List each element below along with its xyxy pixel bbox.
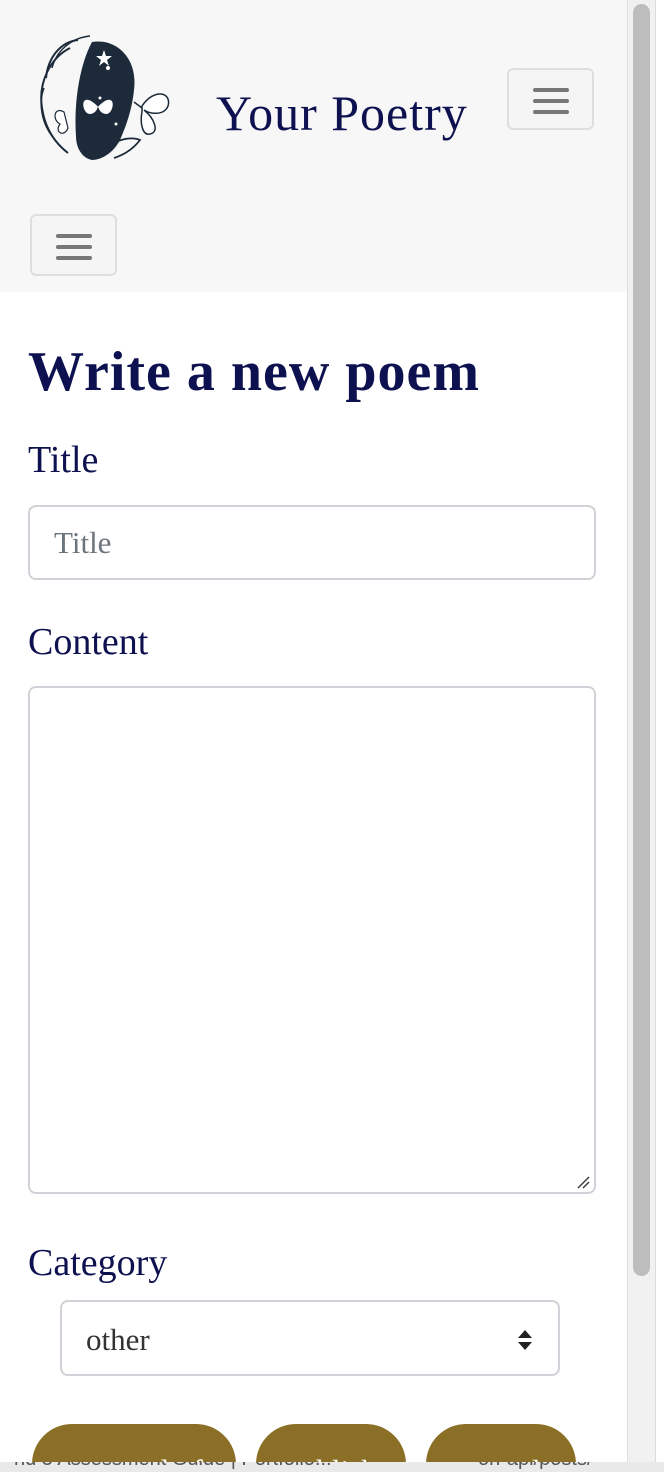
status-right-text: on-api/posts/ <box>478 1462 593 1471</box>
navbar-toggler-button[interactable] <box>507 68 594 130</box>
secondary-navbar-toggler-button[interactable] <box>30 214 117 276</box>
category-select[interactable]: other <box>60 1300 560 1376</box>
resize-handle-icon[interactable] <box>576 1175 590 1189</box>
page-title: Write a new poem <box>28 341 480 403</box>
hamburger-menu-icon <box>56 234 92 260</box>
category-label: Category <box>28 1242 168 1284</box>
hamburger-menu-icon <box>533 88 569 114</box>
navbar: Your Poetry <box>0 0 627 292</box>
title-label: Title <box>28 439 99 481</box>
brand-title[interactable]: Your Poetry <box>216 84 468 142</box>
content-textarea[interactable] <box>28 686 596 1194</box>
scrollbar-thumb[interactable] <box>633 4 650 1276</box>
status-left-text: nd 5 Assessment Guide | Portfolio... <box>14 1462 332 1471</box>
content-label: Content <box>28 621 149 663</box>
woman-butterfly-logo-icon[interactable] <box>30 28 175 166</box>
title-input[interactable] <box>28 505 596 580</box>
browser-status-bar: nd 5 Assessment Guide | Portfolio... on-… <box>0 1462 664 1472</box>
category-selected-value: other <box>86 1322 150 1357</box>
select-updown-icon <box>518 1330 532 1350</box>
page: Your Poetry Write a new poem Title Conte… <box>0 0 627 1472</box>
adjacent-panel-edge <box>655 0 664 1472</box>
